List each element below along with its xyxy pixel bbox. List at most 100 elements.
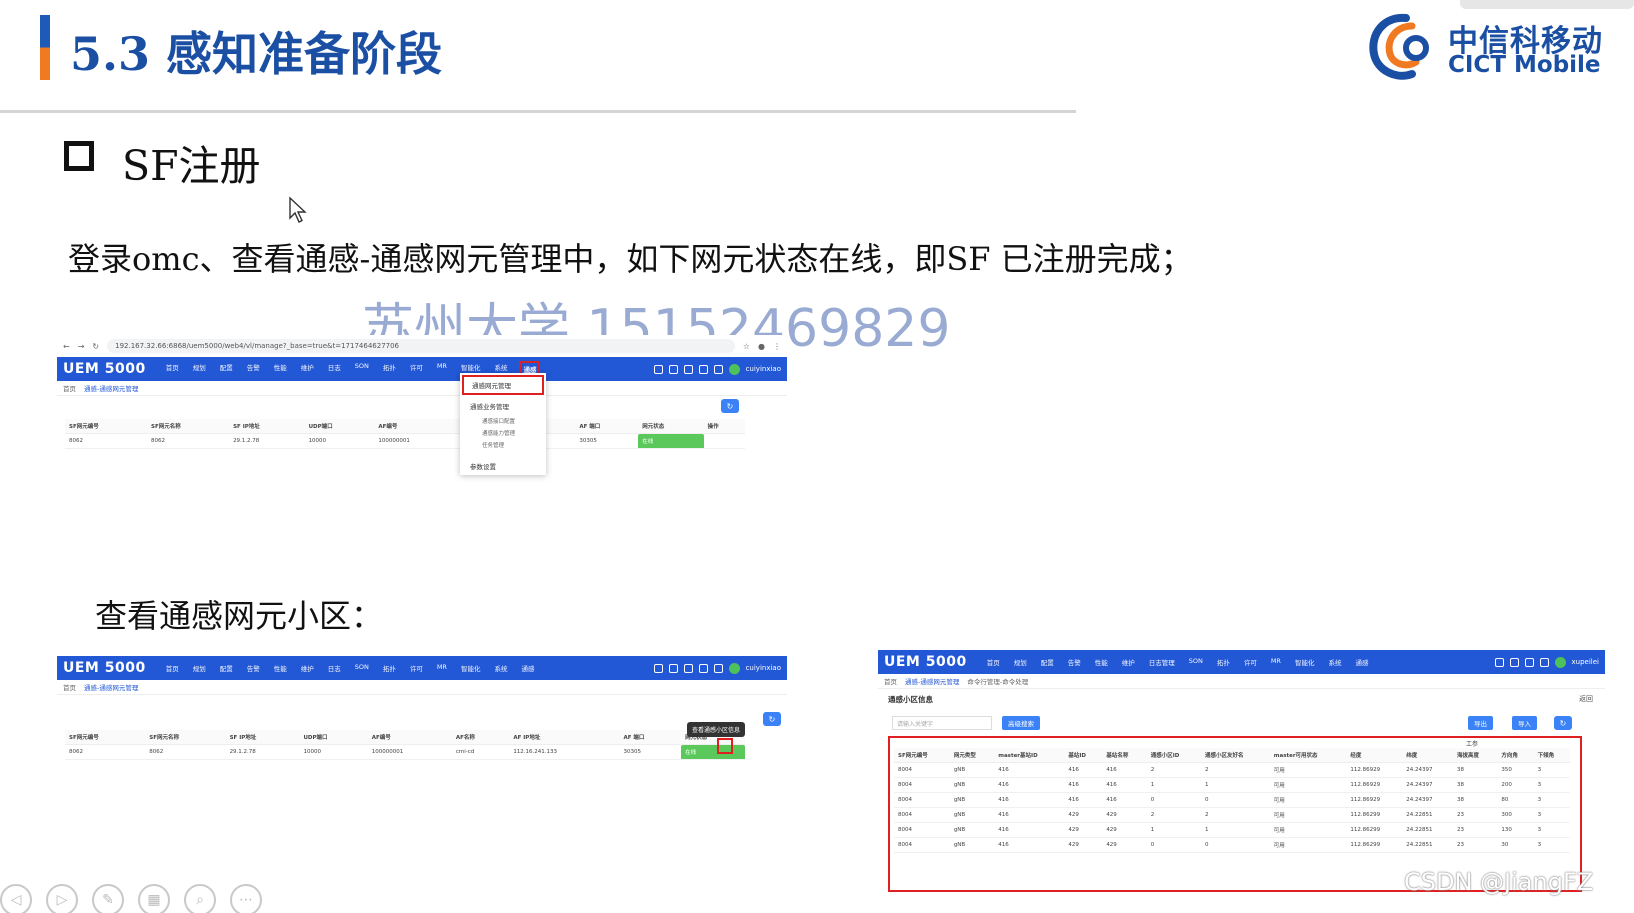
nav-item[interactable]: 通感 [1353, 656, 1370, 668]
crumb-tab[interactable]: 通感-通感网元管理 [905, 676, 959, 686]
nav-item[interactable]: 维护 [299, 361, 316, 377]
table-row[interactable]: 8062 8062 29.1.2.78 10000 100000001 cmi-cd 112… [65, 744, 745, 760]
nav-item[interactable]: 日志 [326, 662, 343, 674]
column-header[interactable]: 网元状态 [638, 419, 704, 434]
column-header[interactable]: SF IP地址 [225, 730, 300, 745]
column-header[interactable]: SF IP地址 [229, 419, 305, 434]
nav-item[interactable]: 智能化 [459, 662, 483, 674]
nav-item[interactable]: 配置 [1039, 656, 1056, 668]
column-header[interactable]: SF网元编号 [65, 419, 148, 434]
nav-item[interactable]: 告警 [245, 662, 262, 674]
user-name[interactable]: cuiyinxiao [746, 365, 781, 373]
screen-icon[interactable] [698, 663, 708, 673]
column-header[interactable]: AF 端口 [619, 730, 682, 745]
avatar[interactable] [1554, 656, 1566, 668]
nav-item[interactable]: 规划 [191, 662, 208, 674]
import-button[interactable]: 导入 [1512, 716, 1537, 730]
star-icon[interactable]: ☆ [743, 342, 750, 351]
avatar[interactable] [728, 662, 740, 674]
nav-item[interactable]: 性能 [272, 662, 289, 674]
crumb-tab[interactable]: 通感-通感网元管理 [84, 682, 138, 692]
screen-icon[interactable] [1539, 657, 1549, 667]
menu-item-settings[interactable]: 参数设置 [460, 457, 546, 475]
menu-subitem[interactable]: 通感接口配置 [460, 415, 546, 427]
globe-icon[interactable] [683, 364, 693, 374]
more-icon[interactable]: ⋮ [773, 342, 781, 351]
address-bar[interactable]: 192.167.32.66:6868/uem5000/web4/vl/manag… [107, 339, 735, 353]
nav-item[interactable]: 许可 [408, 662, 425, 674]
pen-icon[interactable]: ✎ [92, 884, 124, 913]
column-header[interactable]: AF编号 [374, 419, 461, 434]
more-icon[interactable]: ⋯ [230, 884, 262, 913]
view-cell-button[interactable] [717, 738, 733, 754]
bell-icon[interactable] [668, 364, 678, 374]
menu-subitem[interactable]: 任务管理 [460, 439, 546, 451]
column-header[interactable]: AF IP地址 [509, 730, 620, 745]
nav-item[interactable]: 日志 [326, 361, 343, 377]
nav-item[interactable]: 配置 [218, 662, 235, 674]
avatar[interactable] [728, 363, 740, 375]
crumb-tab[interactable]: 命令行管理-命令处理 [967, 676, 1028, 686]
back-link[interactable]: 返回 [1579, 694, 1593, 704]
nav-item[interactable]: 首页 [985, 656, 1002, 668]
export-button[interactable]: 导出 [1468, 716, 1493, 730]
nav-item[interactable]: 拓扑 [381, 361, 398, 377]
nav-item[interactable]: 智能化 [1293, 656, 1317, 668]
column-header[interactable]: SF网元名称 [145, 730, 226, 745]
play-icon[interactable]: ▷ [46, 884, 78, 913]
mail-icon[interactable] [653, 663, 663, 673]
nav-item[interactable]: 维护 [299, 662, 316, 674]
nav-item[interactable]: SON [353, 361, 371, 377]
grid-icon[interactable]: ▦ [138, 884, 170, 913]
bell-icon[interactable] [1509, 657, 1519, 667]
bell-icon[interactable] [668, 663, 678, 673]
globe-icon[interactable] [1524, 657, 1534, 667]
column-header[interactable]: AF名称 [451, 730, 510, 745]
nav-item[interactable]: 日志管理 [1147, 656, 1177, 668]
reload-icon[interactable]: ↻ [92, 342, 99, 351]
crumb-home[interactable]: 首页 [63, 682, 76, 692]
menu-item-service-management[interactable]: 通感业务管理 [460, 397, 546, 415]
prev-icon[interactable]: ◁ [0, 884, 32, 913]
nav-item[interactable]: MR [435, 662, 449, 674]
nav-item[interactable]: 性能 [272, 361, 289, 377]
column-header[interactable]: UDP端口 [304, 419, 375, 434]
nav-item[interactable]: 系统 [492, 662, 509, 674]
column-header[interactable]: SF网元编号 [65, 730, 146, 745]
column-header[interactable]: UDP端口 [299, 730, 368, 745]
profile-icon[interactable]: ● [758, 342, 765, 351]
refresh-button[interactable]: ↻ [721, 399, 739, 413]
menu-subitem[interactable]: 通感能力管理 [460, 427, 546, 439]
advanced-search-button[interactable]: 高级搜索 [1002, 716, 1040, 730]
nav-item[interactable]: 规划 [191, 361, 208, 377]
crumb-home[interactable]: 首页 [63, 383, 76, 393]
menu-item-ne-management[interactable]: 通感网元管理 [462, 375, 544, 395]
nav-item[interactable]: 首页 [164, 361, 181, 377]
nav-item[interactable]: 通感 [519, 662, 536, 674]
nav-item[interactable]: 规划 [1012, 656, 1029, 668]
mail-icon[interactable] [1494, 657, 1504, 667]
globe-icon[interactable] [683, 663, 693, 673]
nav-item[interactable]: 许可 [1242, 656, 1259, 668]
search-input[interactable]: 请输入关键字 [892, 716, 992, 730]
screen-icon[interactable] [698, 364, 708, 374]
nav-item[interactable]: 系统 [1326, 656, 1343, 668]
column-header[interactable]: AF编号 [367, 730, 452, 745]
mail-icon[interactable] [653, 364, 663, 374]
nav-item[interactable]: 许可 [408, 361, 425, 377]
nav-item[interactable]: 拓扑 [381, 662, 398, 674]
nav-item[interactable]: SON [353, 662, 371, 674]
nav-item[interactable]: 拓扑 [1215, 656, 1232, 668]
zoom-icon[interactable]: ⌕ [184, 884, 216, 913]
table-row[interactable]: 8062806229.1.2.7810000100000001cmi30305在… [65, 433, 745, 449]
help-icon[interactable] [713, 663, 723, 673]
nav-item[interactable]: MR [1269, 656, 1283, 668]
user-name[interactable]: xupeilei [1572, 658, 1599, 666]
crumb-tab[interactable]: 通感-通感网元管理 [84, 383, 138, 393]
back-icon[interactable]: ← [63, 342, 70, 351]
crumb-home[interactable]: 首页 [884, 676, 897, 686]
nav-item[interactable]: 告警 [245, 361, 262, 377]
nav-item[interactable]: 性能 [1093, 656, 1110, 668]
column-header[interactable]: 操作 [703, 419, 745, 434]
nav-item[interactable]: 首页 [164, 662, 181, 674]
